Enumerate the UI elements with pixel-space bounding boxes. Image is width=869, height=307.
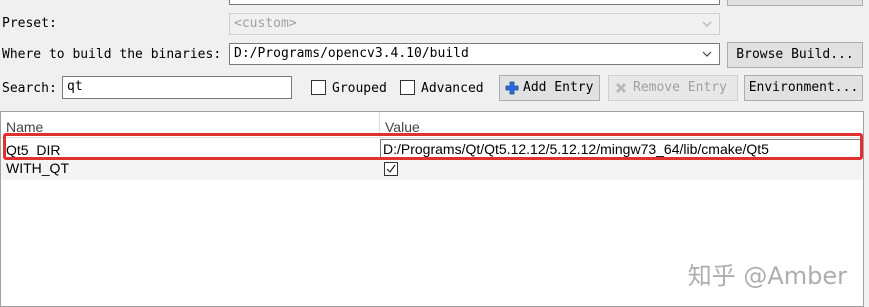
search-label: Search: [2, 81, 57, 96]
build-dir-value: D:/Programs/opencv3.4.10/build [234, 46, 469, 61]
preset-value: <custom> [234, 16, 297, 31]
browse-build-button[interactable]: Browse Build... [727, 42, 863, 68]
checkmark-icon [386, 164, 396, 173]
chevron-down-icon [702, 21, 712, 27]
grouped-label: Grouped [332, 81, 387, 96]
environment-button[interactable]: Environment... [744, 75, 863, 101]
top-partial-button[interactable] [727, 0, 863, 6]
advanced-label: Advanced [421, 81, 484, 96]
remove-entry-button[interactable]: Remove Entry [608, 75, 738, 101]
chevron-down-icon [702, 51, 712, 57]
search-value: qt [67, 79, 83, 94]
build-dir-label: Where to build the binaries: [2, 47, 222, 62]
remove-icon [615, 82, 627, 94]
top-partial-combo[interactable] [229, 0, 720, 5]
grouped-checkbox[interactable] [311, 80, 326, 95]
search-input[interactable]: qt [62, 76, 292, 99]
value-checkbox[interactable] [384, 162, 398, 176]
remove-entry-label: Remove Entry [633, 80, 727, 95]
plus-icon [505, 81, 519, 95]
highlight-annotation [3, 133, 863, 160]
watermark-text: 知乎 @Amber [687, 262, 847, 290]
add-entry-label: Add Entry [523, 80, 594, 95]
preset-label: Preset: [2, 16, 57, 31]
add-entry-button[interactable]: Add Entry [499, 75, 600, 101]
preset-select: <custom> [229, 13, 720, 35]
table-row[interactable]: WITH_QT [1, 160, 863, 180]
build-dir-select[interactable]: D:/Programs/opencv3.4.10/build [229, 43, 720, 65]
advanced-checkbox[interactable] [400, 80, 415, 95]
row-name-cell: WITH_QT [6, 160, 69, 176]
